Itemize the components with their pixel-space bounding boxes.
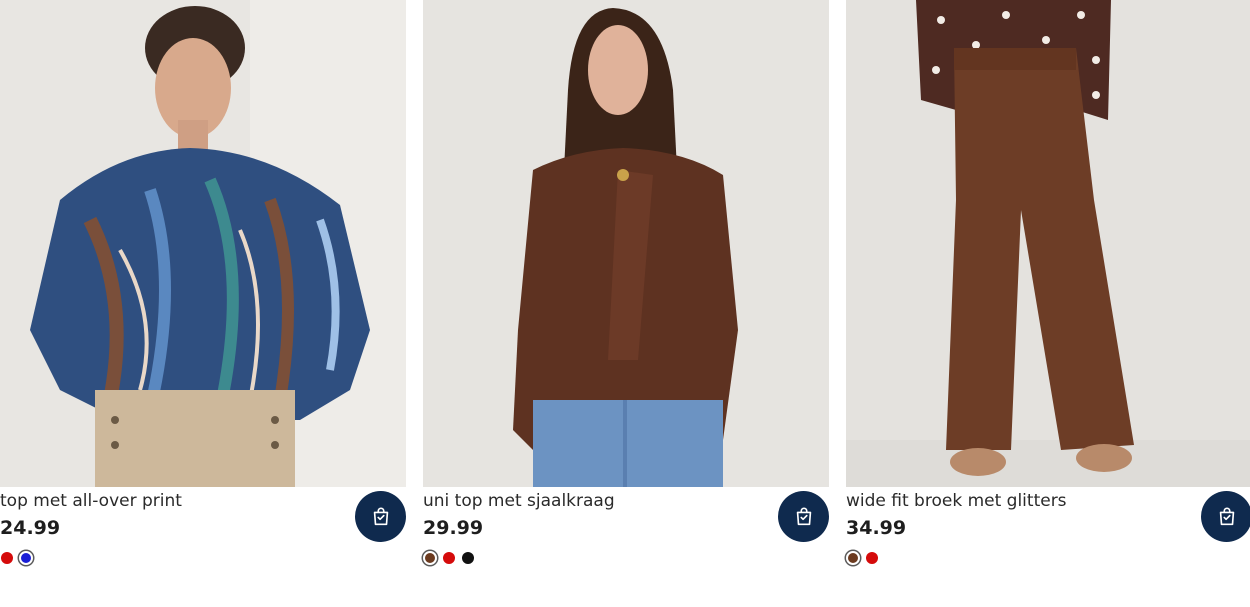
- color-swatches: [423, 551, 475, 566]
- color-swatch-red[interactable]: [866, 552, 878, 564]
- product-name[interactable]: top met all-over print: [0, 491, 182, 511]
- product-name[interactable]: uni top met sjaalkraag: [423, 491, 615, 511]
- shopping-bag-icon: [796, 507, 811, 525]
- product-name[interactable]: wide fit broek met glitters: [846, 491, 1067, 511]
- product-card: uni top met sjaalkraag 29.99: [423, 0, 829, 607]
- color-swatch-brown[interactable]: [423, 551, 437, 565]
- product-price: 34.99: [846, 517, 907, 539]
- shopping-bag-icon: [373, 507, 388, 525]
- color-swatch-black[interactable]: [462, 552, 474, 564]
- add-to-cart-button[interactable]: [1201, 491, 1250, 542]
- product-image[interactable]: [846, 0, 1250, 487]
- color-swatches: [0, 551, 33, 566]
- color-swatch-red[interactable]: [443, 552, 455, 564]
- product-price: 29.99: [423, 517, 484, 539]
- product-grid: top met all-over print 24.99 uni top met…: [0, 0, 1250, 607]
- product-price: 24.99: [0, 517, 61, 539]
- product-card: wide fit broek met glitters 34.99: [846, 0, 1250, 607]
- product-image[interactable]: [0, 0, 406, 487]
- color-swatch-blue[interactable]: [19, 551, 33, 565]
- add-to-cart-button[interactable]: [355, 491, 406, 542]
- color-swatch-brown[interactable]: [846, 551, 860, 565]
- shopping-bag-icon: [1219, 507, 1234, 525]
- product-image[interactable]: [423, 0, 829, 487]
- product-card: top met all-over print 24.99: [0, 0, 406, 607]
- add-to-cart-button[interactable]: [778, 491, 829, 542]
- color-swatches: [846, 551, 879, 566]
- color-swatch-red[interactable]: [1, 552, 13, 564]
